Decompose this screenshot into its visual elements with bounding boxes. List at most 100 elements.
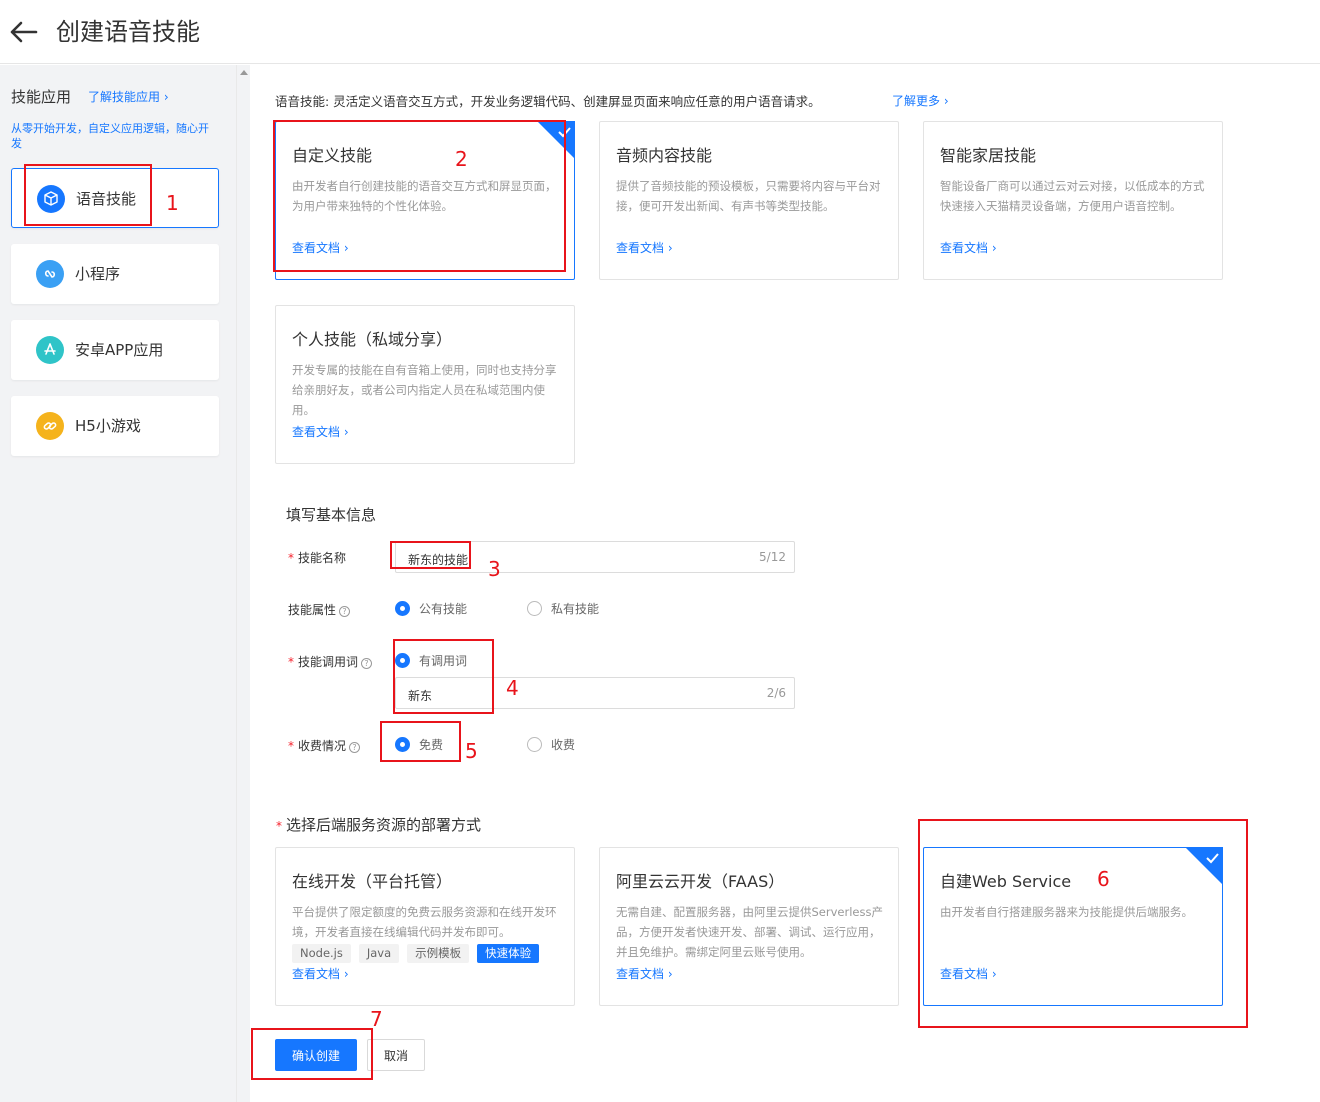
- learn-more-link[interactable]: 了解更多 ›: [892, 92, 949, 109]
- intro-text: 语音技能: 灵活定义语音交互方式，开发业务逻辑代码、创建屏显页面来响应任意的用户…: [275, 94, 821, 109]
- view-docs-link[interactable]: 查看文档 ›: [940, 965, 997, 982]
- sidebar-item-mini-program[interactable]: 小程序: [11, 244, 219, 304]
- fee-label: * 收费情况?: [288, 737, 361, 754]
- tag-nodejs[interactable]: Node.js: [292, 944, 351, 963]
- invocation-word-input[interactable]: 新东 2/6: [395, 677, 795, 709]
- view-docs-link[interactable]: 查看文档 ›: [616, 239, 673, 256]
- chevron-right-icon: ›: [991, 241, 997, 255]
- sidebar-item-label: 安卓APP应用: [75, 341, 164, 359]
- view-docs-link[interactable]: 查看文档 ›: [616, 965, 673, 982]
- learn-skill-apps-link[interactable]: 了解技能应用 ›: [88, 88, 169, 105]
- radio-dot: [527, 601, 542, 616]
- skill-name-label: * 技能名称: [288, 549, 346, 566]
- sidebar-item-android-app[interactable]: 安卓APP应用: [11, 320, 219, 380]
- card-description: 智能设备厂商可以通过云对云对接，以低成本的方式快速接入天猫精灵设备端，方便用户语…: [940, 179, 1205, 213]
- chevron-right-icon: ›: [343, 425, 349, 439]
- annotation-number-5: 5: [465, 739, 478, 763]
- help-icon[interactable]: ?: [339, 606, 351, 617]
- learn-more-label: 了解更多: [892, 94, 941, 108]
- annotation-number-2: 2: [455, 147, 468, 171]
- view-docs-label: 查看文档: [292, 967, 341, 981]
- required-mark: *: [288, 655, 294, 669]
- chevron-right-icon: ›: [991, 967, 997, 981]
- view-docs-label: 查看文档: [292, 241, 341, 255]
- card-title: 阿里云云开发（FAAS）: [616, 872, 785, 891]
- view-docs-label: 查看文档: [940, 241, 989, 255]
- card-title: 在线开发（平台托管）: [292, 872, 453, 891]
- radio-label: 收费: [551, 738, 576, 752]
- sidebar-item-label: H5小游戏: [75, 417, 141, 435]
- card-title: 自定义技能: [292, 146, 373, 165]
- skill-name-char-count: 5/12: [759, 550, 786, 564]
- view-docs-link[interactable]: 查看文档 ›: [292, 239, 349, 256]
- skill-attribute-label-text: 技能属性: [288, 603, 337, 617]
- quick-try-button[interactable]: 快速体验: [477, 944, 540, 963]
- skill-name-value: 新东的技能: [408, 553, 469, 567]
- sidebar-item-label: 小程序: [75, 265, 121, 283]
- skill-type-card-audio[interactable]: 音频内容技能 提供了音频技能的预设模板，只需要将内容与平台对接，便可开发出新闻、…: [599, 121, 899, 280]
- help-icon[interactable]: ?: [361, 658, 373, 669]
- view-docs-link[interactable]: 查看文档 ›: [940, 239, 997, 256]
- tech-tags: Node.js Java 示例模板 快速体验: [292, 944, 540, 963]
- radio-label: 有调用词: [419, 654, 468, 668]
- skill-attribute-label: 技能属性?: [288, 601, 351, 618]
- back-arrow-icon[interactable]: [8, 16, 42, 48]
- tag-sample-template[interactable]: 示例模板: [407, 944, 470, 963]
- skill-type-card-smart-home[interactable]: 智能家居技能 智能设备厂商可以通过云对云对接，以低成本的方式快速接入天猫精灵设备…: [923, 121, 1223, 280]
- radio-dot: [395, 653, 410, 668]
- sidebar-item-voice-skill[interactable]: 语音技能: [11, 168, 219, 228]
- card-title: 个人技能（私域分享）: [292, 330, 453, 349]
- radio-dot: [395, 737, 410, 752]
- card-description: 平台提供了限定额度的免费云服务资源和在线开发环境，开发者直接在线编辑代码并发布即…: [292, 905, 557, 939]
- radio-label: 公有技能: [419, 602, 468, 616]
- skill-name-input[interactable]: 新东的技能 5/12: [395, 541, 795, 573]
- link-icon: [36, 260, 64, 288]
- chevron-right-icon: ›: [667, 241, 673, 255]
- skill-type-card-personal[interactable]: 个人技能（私域分享） 开发专属的技能在自有音箱上使用，同时也支持分享给亲朋好友，…: [275, 305, 575, 464]
- sidebar-title: 技能应用: [11, 88, 72, 106]
- invocation-word-char-count: 2/6: [766, 686, 786, 700]
- required-mark: *: [276, 819, 282, 833]
- invocation-word-label-text: 技能调用词: [298, 655, 359, 669]
- scroll-up-icon[interactable]: [240, 70, 248, 75]
- required-mark: *: [288, 739, 294, 753]
- card-description: 由开发者自行创建技能的语音交互方式和屏显页面，为用户带来独特的个性化体验。: [292, 179, 557, 213]
- deploy-section-title-text: 选择后端服务资源的部署方式: [286, 816, 482, 834]
- tag-java[interactable]: Java: [358, 944, 400, 963]
- deploy-card-aliyun-faas[interactable]: 阿里云云开发（FAAS） 无需自建、配置服务器，由阿里云提供Serverless…: [599, 847, 899, 1006]
- radio-label: 免费: [419, 738, 444, 752]
- card-description: 由开发者自行搭建服务器来为技能提供后端服务。: [940, 905, 1193, 919]
- view-docs-link[interactable]: 查看文档 ›: [292, 965, 349, 982]
- selected-check-icon: [1185, 847, 1223, 885]
- scrollbar[interactable]: [236, 65, 250, 1102]
- chevron-right-icon: ›: [343, 967, 349, 981]
- invocation-word-value: 新东: [408, 689, 433, 703]
- cancel-button[interactable]: 取消: [367, 1039, 425, 1071]
- view-docs-label: 查看文档: [940, 967, 989, 981]
- annotation-number-4: 4: [506, 676, 519, 700]
- annotation-number-1: 1: [166, 191, 179, 215]
- selected-check-icon: [537, 121, 575, 159]
- app-store-icon: [36, 336, 64, 364]
- fee-label-text: 收费情况: [298, 739, 347, 753]
- help-icon[interactable]: ?: [349, 742, 361, 753]
- chevron-right-icon: ›: [343, 241, 349, 255]
- confirm-create-button[interactable]: 确认创建: [275, 1039, 357, 1071]
- sidebar-item-h5-game[interactable]: H5小游戏: [11, 396, 219, 456]
- page-header: 创建语音技能: [0, 0, 1320, 64]
- radio-paid[interactable]: 收费: [527, 736, 575, 753]
- radio-has-invocation-word[interactable]: 有调用词: [395, 652, 467, 669]
- view-docs-link[interactable]: 查看文档 ›: [292, 423, 349, 440]
- deploy-card-self-web-service[interactable]: 自建Web Service 由开发者自行搭建服务器来为技能提供后端服务。 查看文…: [923, 847, 1223, 1006]
- deploy-card-online-dev[interactable]: 在线开发（平台托管） 平台提供了限定额度的免费云服务资源和在线开发环境，开发者直…: [275, 847, 575, 1006]
- chevron-right-icon: ›: [163, 90, 169, 104]
- radio-dot: [395, 601, 410, 616]
- basic-info-section-title: 填写基本信息: [286, 506, 377, 524]
- radio-public-skill[interactable]: 公有技能: [395, 600, 467, 617]
- radio-free[interactable]: 免费: [395, 736, 443, 753]
- card-title: 音频内容技能: [616, 146, 713, 165]
- learn-skill-apps-label: 了解技能应用: [88, 90, 161, 104]
- card-description: 无需自建、配置服务器，由阿里云提供Serverless产品，方便开发者快速开发、…: [616, 905, 883, 959]
- skill-type-card-custom[interactable]: 自定义技能 由开发者自行创建技能的语音交互方式和屏显页面，为用户带来独特的个性化…: [275, 121, 575, 280]
- radio-private-skill[interactable]: 私有技能: [527, 600, 599, 617]
